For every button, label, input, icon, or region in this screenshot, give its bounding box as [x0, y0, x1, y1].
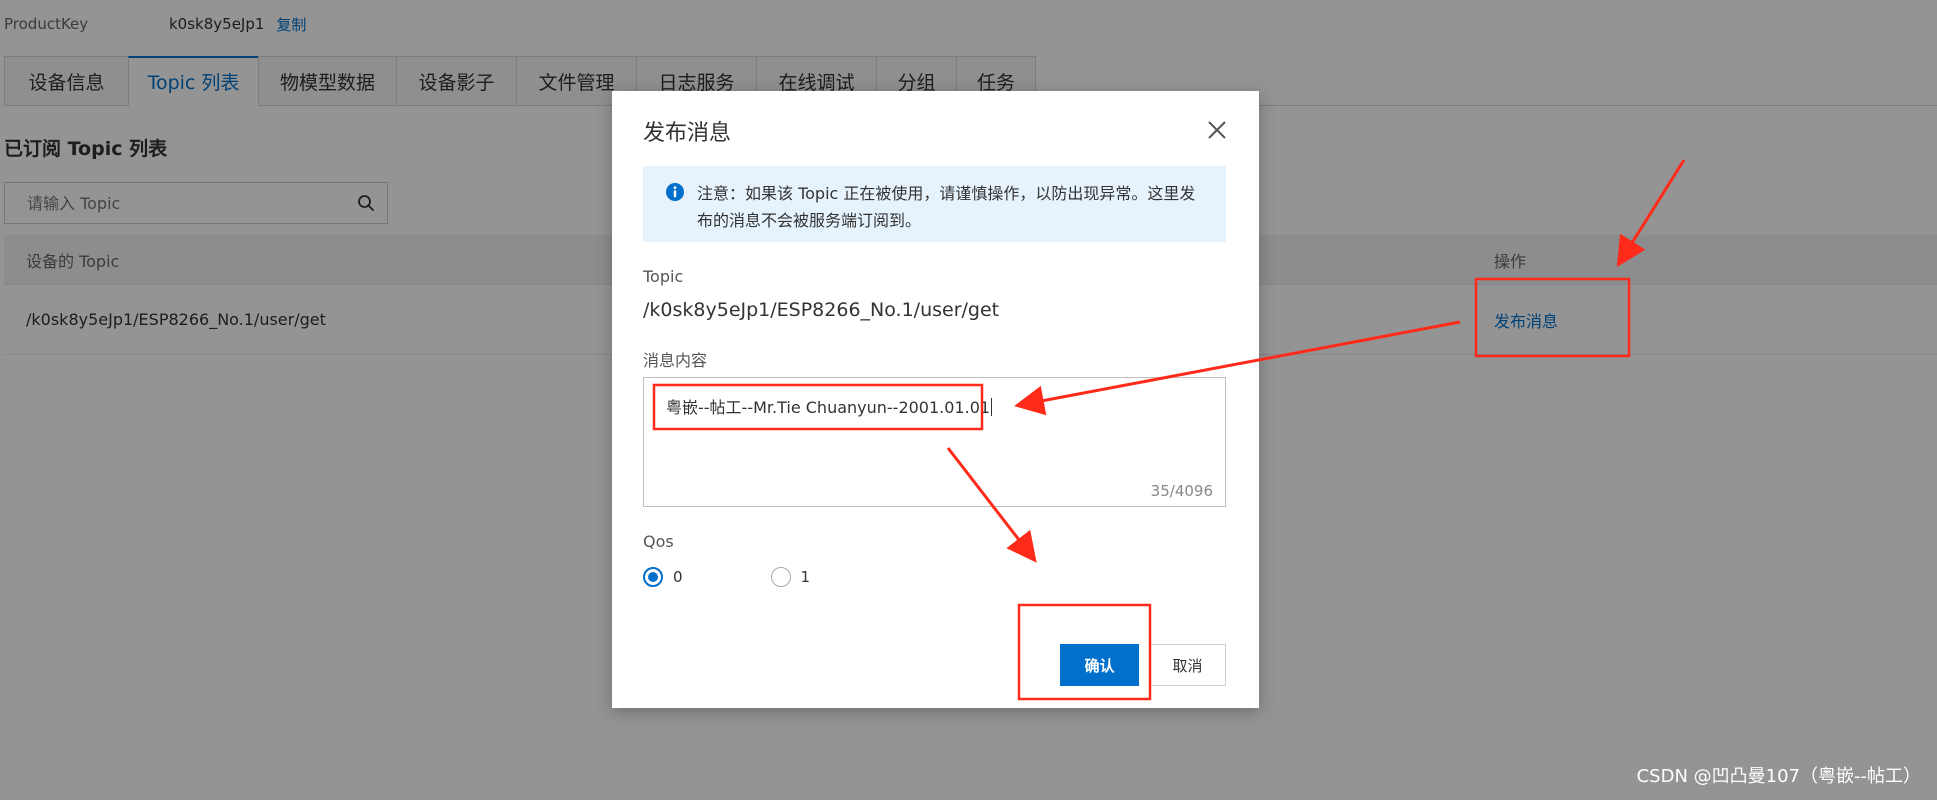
- watermark: CSDN @凹凸曼107（粤嵌--帖工）: [1636, 766, 1921, 787]
- dialog-title: 发布消息: [643, 121, 732, 146]
- cancel-button[interactable]: 取消: [1149, 644, 1226, 686]
- qos-option-label: 0: [673, 568, 683, 586]
- message-content-textarea[interactable]: 粤嵌--帖工--Mr.Tie Chuanyun--2001.01.01 35/4…: [643, 377, 1226, 507]
- notice-line: 布的消息不会被服务端订阅到。: [697, 211, 922, 230]
- notice-text: 注意：如果该 Topic 正在被使用，请谨慎操作，以防出现异常。这里发 布的消息…: [697, 180, 1195, 242]
- confirm-button[interactable]: 确认: [1060, 644, 1139, 686]
- close-icon[interactable]: [1205, 118, 1229, 142]
- qos-option-label: 1: [800, 568, 811, 586]
- notice-line: 注意：如果该 Topic 正在被使用，请谨慎操作，以防出现异常。这里发: [697, 184, 1196, 203]
- publish-message-dialog: 发布消息 注意：如果该 Topic 正在被使用，请谨慎操作，以防出现异常。这里发…: [612, 91, 1259, 708]
- topic-value: /k0sk8y5eJp1/ESP8266_No.1/user/get: [643, 299, 1000, 321]
- message-content-text: 粤嵌--帖工--Mr.Tie Chuanyun--2001.01.01: [666, 398, 993, 417]
- qos-option-1[interactable]: 1: [770, 567, 811, 587]
- qos-radio-group: 0 1: [643, 567, 810, 587]
- message-content-label: 消息内容: [643, 351, 708, 370]
- info-icon: [666, 183, 684, 201]
- qos-label: Qos: [643, 532, 674, 551]
- topic-label: Topic: [643, 267, 684, 286]
- notice-banner: 注意：如果该 Topic 正在被使用，请谨慎操作，以防出现异常。这里发 布的消息…: [643, 166, 1226, 242]
- radio-checked-icon[interactable]: [643, 567, 663, 587]
- character-counter: 35/4096: [1150, 482, 1213, 500]
- radio-unchecked-icon[interactable]: [770, 567, 791, 587]
- qos-option-0[interactable]: 0: [643, 567, 683, 587]
